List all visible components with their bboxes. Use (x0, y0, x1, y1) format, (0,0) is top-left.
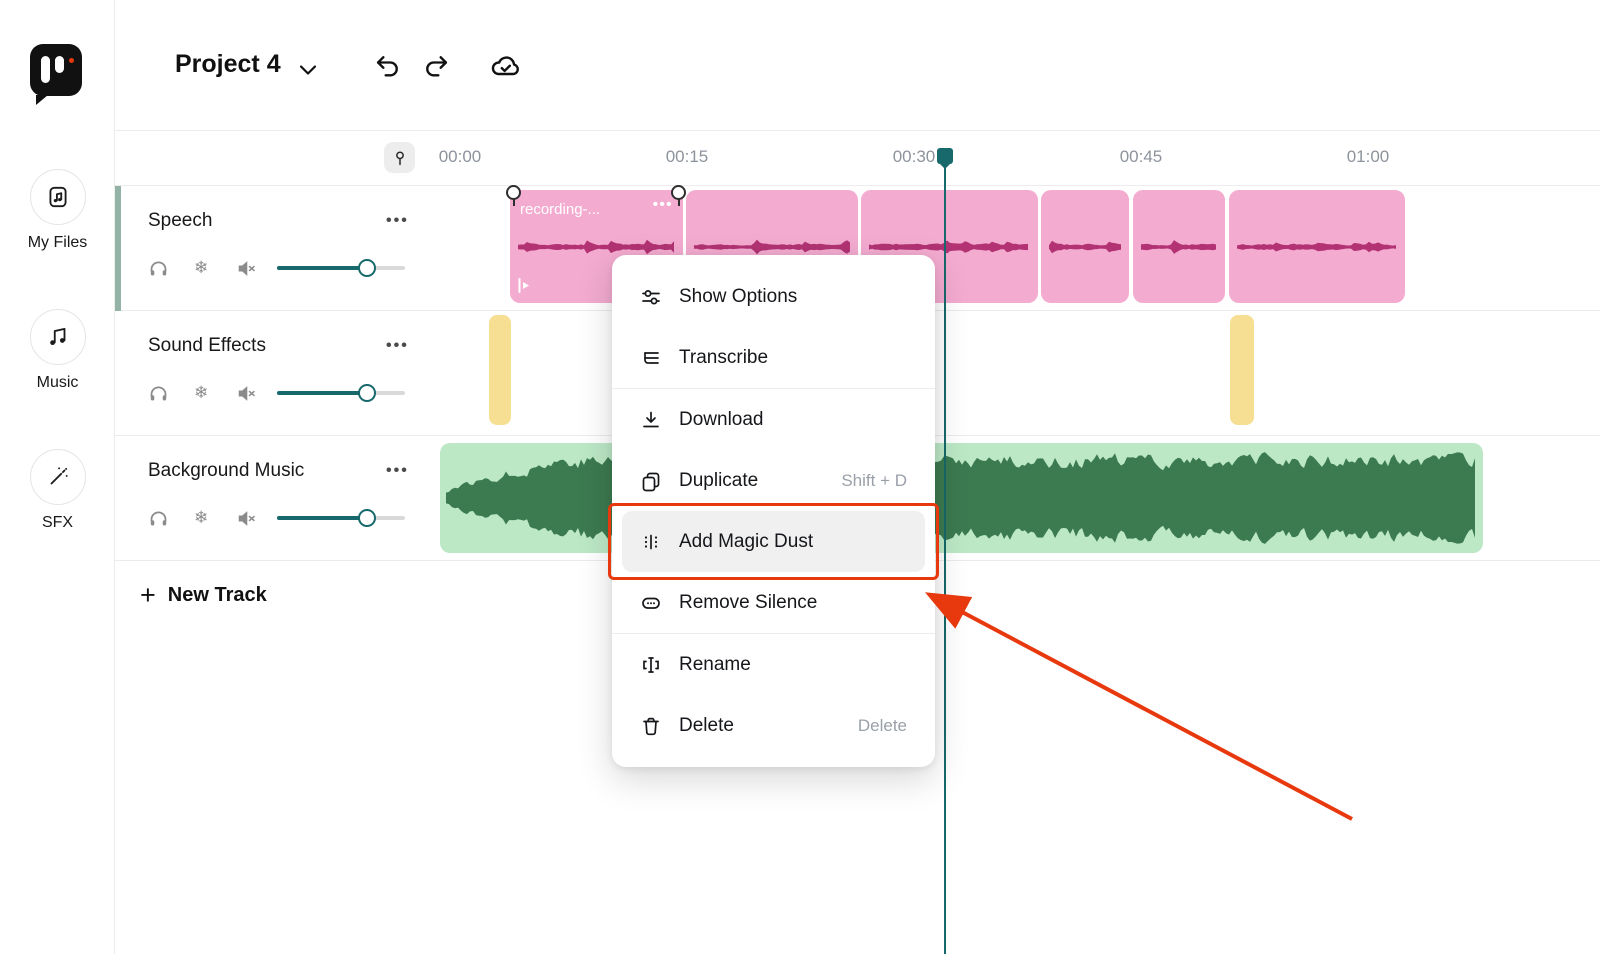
marker-pin-button[interactable] (384, 142, 415, 173)
clip-trim-marker-icon[interactable] (671, 185, 686, 206)
headphones-icon[interactable] (148, 383, 169, 404)
track-menu-button[interactable]: ••• (386, 337, 409, 355)
clip-context-menu: Show Options Transcribe Download Duplica… (608, 255, 939, 767)
speech-clip-5[interactable] (1133, 190, 1225, 303)
mute-icon[interactable] (236, 258, 257, 279)
ruler-time: 01:00 (1346, 147, 1390, 166)
track-name-background-music[interactable]: Background Music (148, 460, 304, 482)
menu-item-show-options[interactable]: Show Options (622, 266, 925, 327)
freeze-icon[interactable]: ❄ (194, 383, 208, 403)
mute-icon[interactable] (236, 383, 257, 404)
track-name-sound-effects[interactable]: Sound Effects (148, 335, 266, 357)
track-menu-button[interactable]: ••• (386, 212, 409, 230)
background-music-clip[interactable] (440, 443, 1483, 553)
menu-item-rename[interactable]: Rename (622, 634, 925, 695)
ruler-time: 00:15 (665, 147, 709, 166)
sidebar: My Files Music SFX (0, 0, 115, 954)
menu-item-shortcut: Delete (857, 715, 907, 735)
volume-slider[interactable] (277, 391, 405, 395)
volume-slider-thumb[interactable] (358, 384, 376, 402)
menu-item-label: Add Magic Dust (679, 530, 814, 552)
project-chevron-down-icon[interactable] (296, 58, 320, 82)
freeze-icon[interactable]: ❄ (194, 258, 208, 278)
playhead-marker[interactable] (937, 148, 953, 169)
ruler-time: 00:45 (1119, 147, 1163, 166)
menu-item-label: Remove Silence (679, 591, 818, 613)
menu-item-label: Rename (679, 653, 751, 675)
track-name-speech[interactable]: Speech (148, 210, 212, 232)
new-track-button[interactable]: + New Track (140, 580, 267, 611)
menu-item-label: Delete (679, 714, 734, 736)
project-title[interactable]: Project 4 (175, 50, 281, 79)
clip-menu-button[interactable]: ••• (653, 196, 673, 213)
menu-item-duplicate[interactable]: Duplicate Shift + D (622, 450, 925, 511)
sfx-clip-2[interactable] (1230, 315, 1254, 425)
menu-item-label: Show Options (679, 285, 798, 307)
ruler-time: 00:00 (438, 147, 482, 166)
cloud-sync-icon[interactable] (488, 50, 522, 82)
menu-item-shortcut: Shift + D (841, 470, 907, 490)
redo-button[interactable] (422, 52, 450, 80)
sidebar-item-sfx[interactable]: SFX (0, 449, 115, 532)
volume-slider[interactable] (277, 516, 405, 520)
menu-item-label: Transcribe (679, 346, 769, 368)
sidebar-item-label: SFX (41, 514, 74, 531)
volume-slider[interactable] (277, 266, 405, 270)
new-track-label: New Track (167, 584, 267, 606)
volume-slider-thumb[interactable] (358, 509, 376, 527)
plus-icon: + (140, 580, 156, 610)
track-menu-button[interactable]: ••• (386, 462, 409, 480)
sidebar-item-label: My Files (27, 234, 88, 251)
sidebar-item-music[interactable]: Music (0, 309, 115, 392)
clip-play-icon[interactable] (518, 278, 531, 293)
volume-slider-thumb[interactable] (358, 259, 376, 277)
menu-item-remove-silence[interactable]: Remove Silence (622, 572, 925, 633)
file-music-icon[interactable] (29, 169, 86, 225)
sidebar-item-label: Music (36, 374, 79, 391)
menu-item-transcribe[interactable]: Transcribe (622, 327, 925, 388)
menu-item-add-magic-dust[interactable]: Add Magic Dust (622, 511, 925, 572)
track-accent-speech (115, 186, 121, 311)
sfx-clip-1[interactable] (489, 315, 511, 425)
speech-clip-6[interactable] (1229, 190, 1405, 303)
undo-button[interactable] (374, 52, 402, 80)
playhead-line[interactable] (944, 166, 946, 954)
music-notes-icon[interactable] (29, 309, 86, 365)
sidebar-item-my-files[interactable]: My Files (0, 169, 115, 252)
mute-icon[interactable] (236, 508, 257, 529)
menu-item-delete[interactable]: Delete Delete (622, 695, 925, 756)
menu-item-label: Download (679, 408, 764, 430)
clip-trim-marker-icon[interactable] (506, 185, 521, 206)
menu-item-download[interactable]: Download (622, 389, 925, 450)
menu-item-label: Duplicate (679, 469, 759, 491)
magic-wand-icon[interactable] (29, 449, 86, 505)
clip-name: recording-... (520, 201, 601, 218)
speech-clip-4[interactable] (1041, 190, 1129, 303)
freeze-icon[interactable]: ❄ (194, 508, 208, 528)
headphones-icon[interactable] (148, 508, 169, 529)
app-logo-icon[interactable] (30, 44, 82, 105)
headphones-icon[interactable] (148, 258, 169, 279)
